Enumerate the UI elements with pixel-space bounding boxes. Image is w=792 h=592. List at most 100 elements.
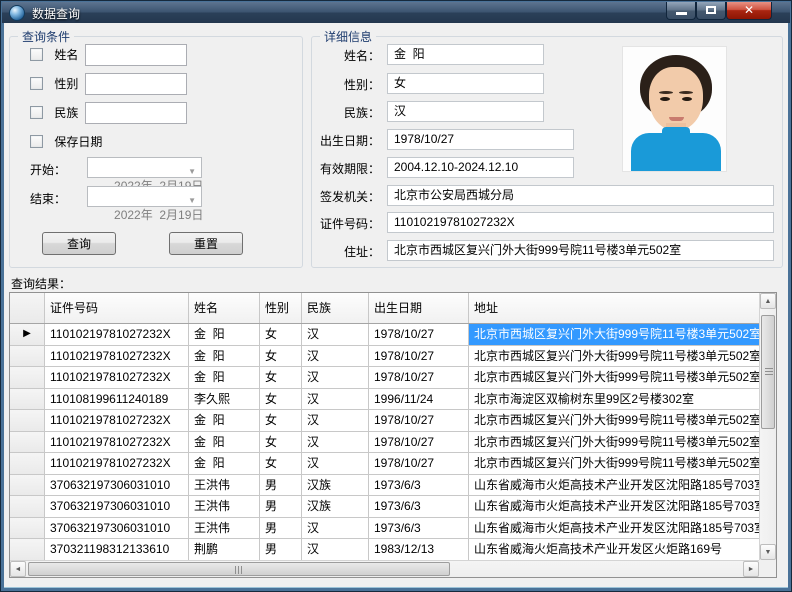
table-cell[interactable]: 女 <box>260 367 302 388</box>
table-cell[interactable]: 汉 <box>302 453 369 474</box>
table-cell[interactable]: 1996/11/24 <box>369 389 469 410</box>
table-cell[interactable]: 金 阳 <box>189 410 260 431</box>
table-cell[interactable]: 男 <box>260 475 302 496</box>
table-cell[interactable]: 1978/10/27 <box>369 367 469 388</box>
table-cell[interactable]: 北京市西城区复兴门外大街999号院11号楼3单元502室 <box>469 367 759 388</box>
table-cell[interactable]: 1973/6/3 <box>369 518 469 539</box>
table-cell[interactable]: 女 <box>260 453 302 474</box>
column-header[interactable]: 地址 <box>469 293 759 323</box>
scroll-up-icon[interactable]: ▲ <box>760 293 776 309</box>
table-cell[interactable]: 李久熙 <box>189 389 260 410</box>
row-header[interactable] <box>10 539 45 560</box>
column-header[interactable]: 证件号码 <box>45 293 189 323</box>
table-cell[interactable]: 男 <box>260 496 302 517</box>
table-cell[interactable]: 山东省威海市火炬高技术产业开发区沈阳路185号703室 <box>469 518 759 539</box>
table-cell[interactable]: 汉 <box>302 324 369 345</box>
table-cell[interactable]: 汉 <box>302 389 369 410</box>
table-cell[interactable]: 11010219781027232X <box>45 346 189 367</box>
column-header[interactable]: 出生日期 <box>369 293 469 323</box>
table-cell[interactable]: 金 阳 <box>189 367 260 388</box>
name-input[interactable] <box>85 44 187 66</box>
row-header[interactable] <box>10 432 45 453</box>
vertical-scrollbar[interactable]: ▲ ▼ <box>759 293 776 560</box>
table-cell[interactable]: 男 <box>260 518 302 539</box>
table-cell[interactable]: 11010219781027232X <box>45 453 189 474</box>
detail-id-number-value[interactable]: 11010219781027232X <box>387 212 774 233</box>
table-cell[interactable]: 北京市海淀区双榆树东里99区2号楼302室 <box>469 389 759 410</box>
table-cell[interactable]: 11010219781027232X <box>45 432 189 453</box>
table-cell[interactable]: 1978/10/27 <box>369 453 469 474</box>
table-cell[interactable]: 370632197306031010 <box>45 496 189 517</box>
table-cell[interactable]: 荆鹏 <box>189 539 260 560</box>
close-button[interactable]: ✕ <box>726 2 772 20</box>
column-header[interactable]: 姓名 <box>189 293 260 323</box>
table-cell[interactable]: 山东省威海市火炬高技术产业开发区沈阳路185号703室 <box>469 475 759 496</box>
table-cell[interactable]: 北京市西城区复兴门外大街999号院11号楼3单元502室 <box>469 346 759 367</box>
table-cell[interactable]: 金 阳 <box>189 453 260 474</box>
horizontal-scrollbar[interactable]: ◄ ► <box>10 560 759 577</box>
detail-address-value[interactable]: 北京市西城区复兴门外大街999号院11号楼3单元502室 <box>387 240 774 261</box>
vertical-scroll-thumb[interactable] <box>761 315 775 429</box>
table-cell[interactable]: 汉 <box>302 346 369 367</box>
end-date-picker[interactable]: 2022年 2月19日 ▼ <box>87 186 202 207</box>
search-button[interactable]: 查询 <box>42 232 116 255</box>
horizontal-scroll-thumb[interactable] <box>28 562 450 576</box>
table-cell[interactable]: 汉 <box>302 432 369 453</box>
header-row-selector[interactable] <box>10 293 45 323</box>
table-cell[interactable]: 11010219781027232X <box>45 367 189 388</box>
ethnicity-checkbox[interactable] <box>30 106 43 119</box>
table-cell[interactable]: 男 <box>260 539 302 560</box>
detail-validity-value[interactable]: 2004.12.10-2024.12.10 <box>387 157 574 178</box>
table-cell[interactable]: 1978/10/27 <box>369 324 469 345</box>
table-cell[interactable]: 金 阳 <box>189 324 260 345</box>
table-cell[interactable]: 370632197306031010 <box>45 475 189 496</box>
scroll-down-icon[interactable]: ▼ <box>760 544 776 560</box>
detail-gender-value[interactable]: 女 <box>387 73 544 94</box>
column-header[interactable]: 性别 <box>260 293 302 323</box>
table-cell[interactable]: 金 阳 <box>189 346 260 367</box>
gender-checkbox[interactable] <box>30 77 43 90</box>
scroll-left-icon[interactable]: ◄ <box>10 561 26 577</box>
row-header[interactable] <box>10 518 45 539</box>
reset-button[interactable]: 重置 <box>169 232 243 255</box>
table-cell[interactable]: 王洪伟 <box>189 475 260 496</box>
row-header[interactable] <box>10 389 45 410</box>
table-cell[interactable]: 金 阳 <box>189 432 260 453</box>
table-cell[interactable]: 北京市西城区复兴门外大街999号院11号楼3单元502室 <box>469 432 759 453</box>
row-header[interactable] <box>10 410 45 431</box>
table-cell[interactable]: 汉 <box>302 367 369 388</box>
minimize-button[interactable] <box>666 2 696 20</box>
save-date-checkbox[interactable] <box>30 135 43 148</box>
detail-birthdate-value[interactable]: 1978/10/27 <box>387 129 574 150</box>
chevron-down-icon[interactable]: ▼ <box>188 162 196 181</box>
gender-input[interactable] <box>85 73 187 95</box>
row-header[interactable] <box>10 496 45 517</box>
table-cell[interactable]: 1978/10/27 <box>369 346 469 367</box>
table-cell[interactable]: 汉族 <box>302 496 369 517</box>
table-cell[interactable]: 王洪伟 <box>189 518 260 539</box>
table-cell[interactable]: 女 <box>260 410 302 431</box>
table-cell[interactable]: 汉 <box>302 518 369 539</box>
table-cell[interactable]: 汉 <box>302 539 369 560</box>
table-cell[interactable]: 山东省威海火炬高技术产业开发区火炬路169号 <box>469 539 759 560</box>
table-cell[interactable]: 汉 <box>302 410 369 431</box>
table-cell[interactable]: 女 <box>260 324 302 345</box>
table-cell[interactable]: 山东省威海市火炬高技术产业开发区沈阳路185号703室 <box>469 496 759 517</box>
start-date-picker[interactable]: 2022年 2月19日 ▼ <box>87 157 202 178</box>
table-cell[interactable]: 110108199611240189 <box>45 389 189 410</box>
table-cell[interactable]: 1973/6/3 <box>369 475 469 496</box>
ethnicity-input[interactable] <box>85 102 187 124</box>
table-cell[interactable]: 北京市西城区复兴门外大街999号院11号楼3单元502室 <box>469 324 759 345</box>
table-cell[interactable]: 北京市西城区复兴门外大街999号院11号楼3单元502室 <box>469 453 759 474</box>
detail-name-value[interactable]: 金 阳 <box>387 44 544 65</box>
table-cell[interactable]: 370632197306031010 <box>45 518 189 539</box>
table-cell[interactable]: 1983/12/13 <box>369 539 469 560</box>
row-header[interactable] <box>10 367 45 388</box>
table-cell[interactable]: 王洪伟 <box>189 496 260 517</box>
column-header[interactable]: 民族 <box>302 293 369 323</box>
table-cell[interactable]: 女 <box>260 346 302 367</box>
table-cell[interactable]: 1978/10/27 <box>369 410 469 431</box>
table-cell[interactable]: 11010219781027232X <box>45 324 189 345</box>
table-cell[interactable]: 1978/10/27 <box>369 432 469 453</box>
table-cell[interactable]: 女 <box>260 389 302 410</box>
